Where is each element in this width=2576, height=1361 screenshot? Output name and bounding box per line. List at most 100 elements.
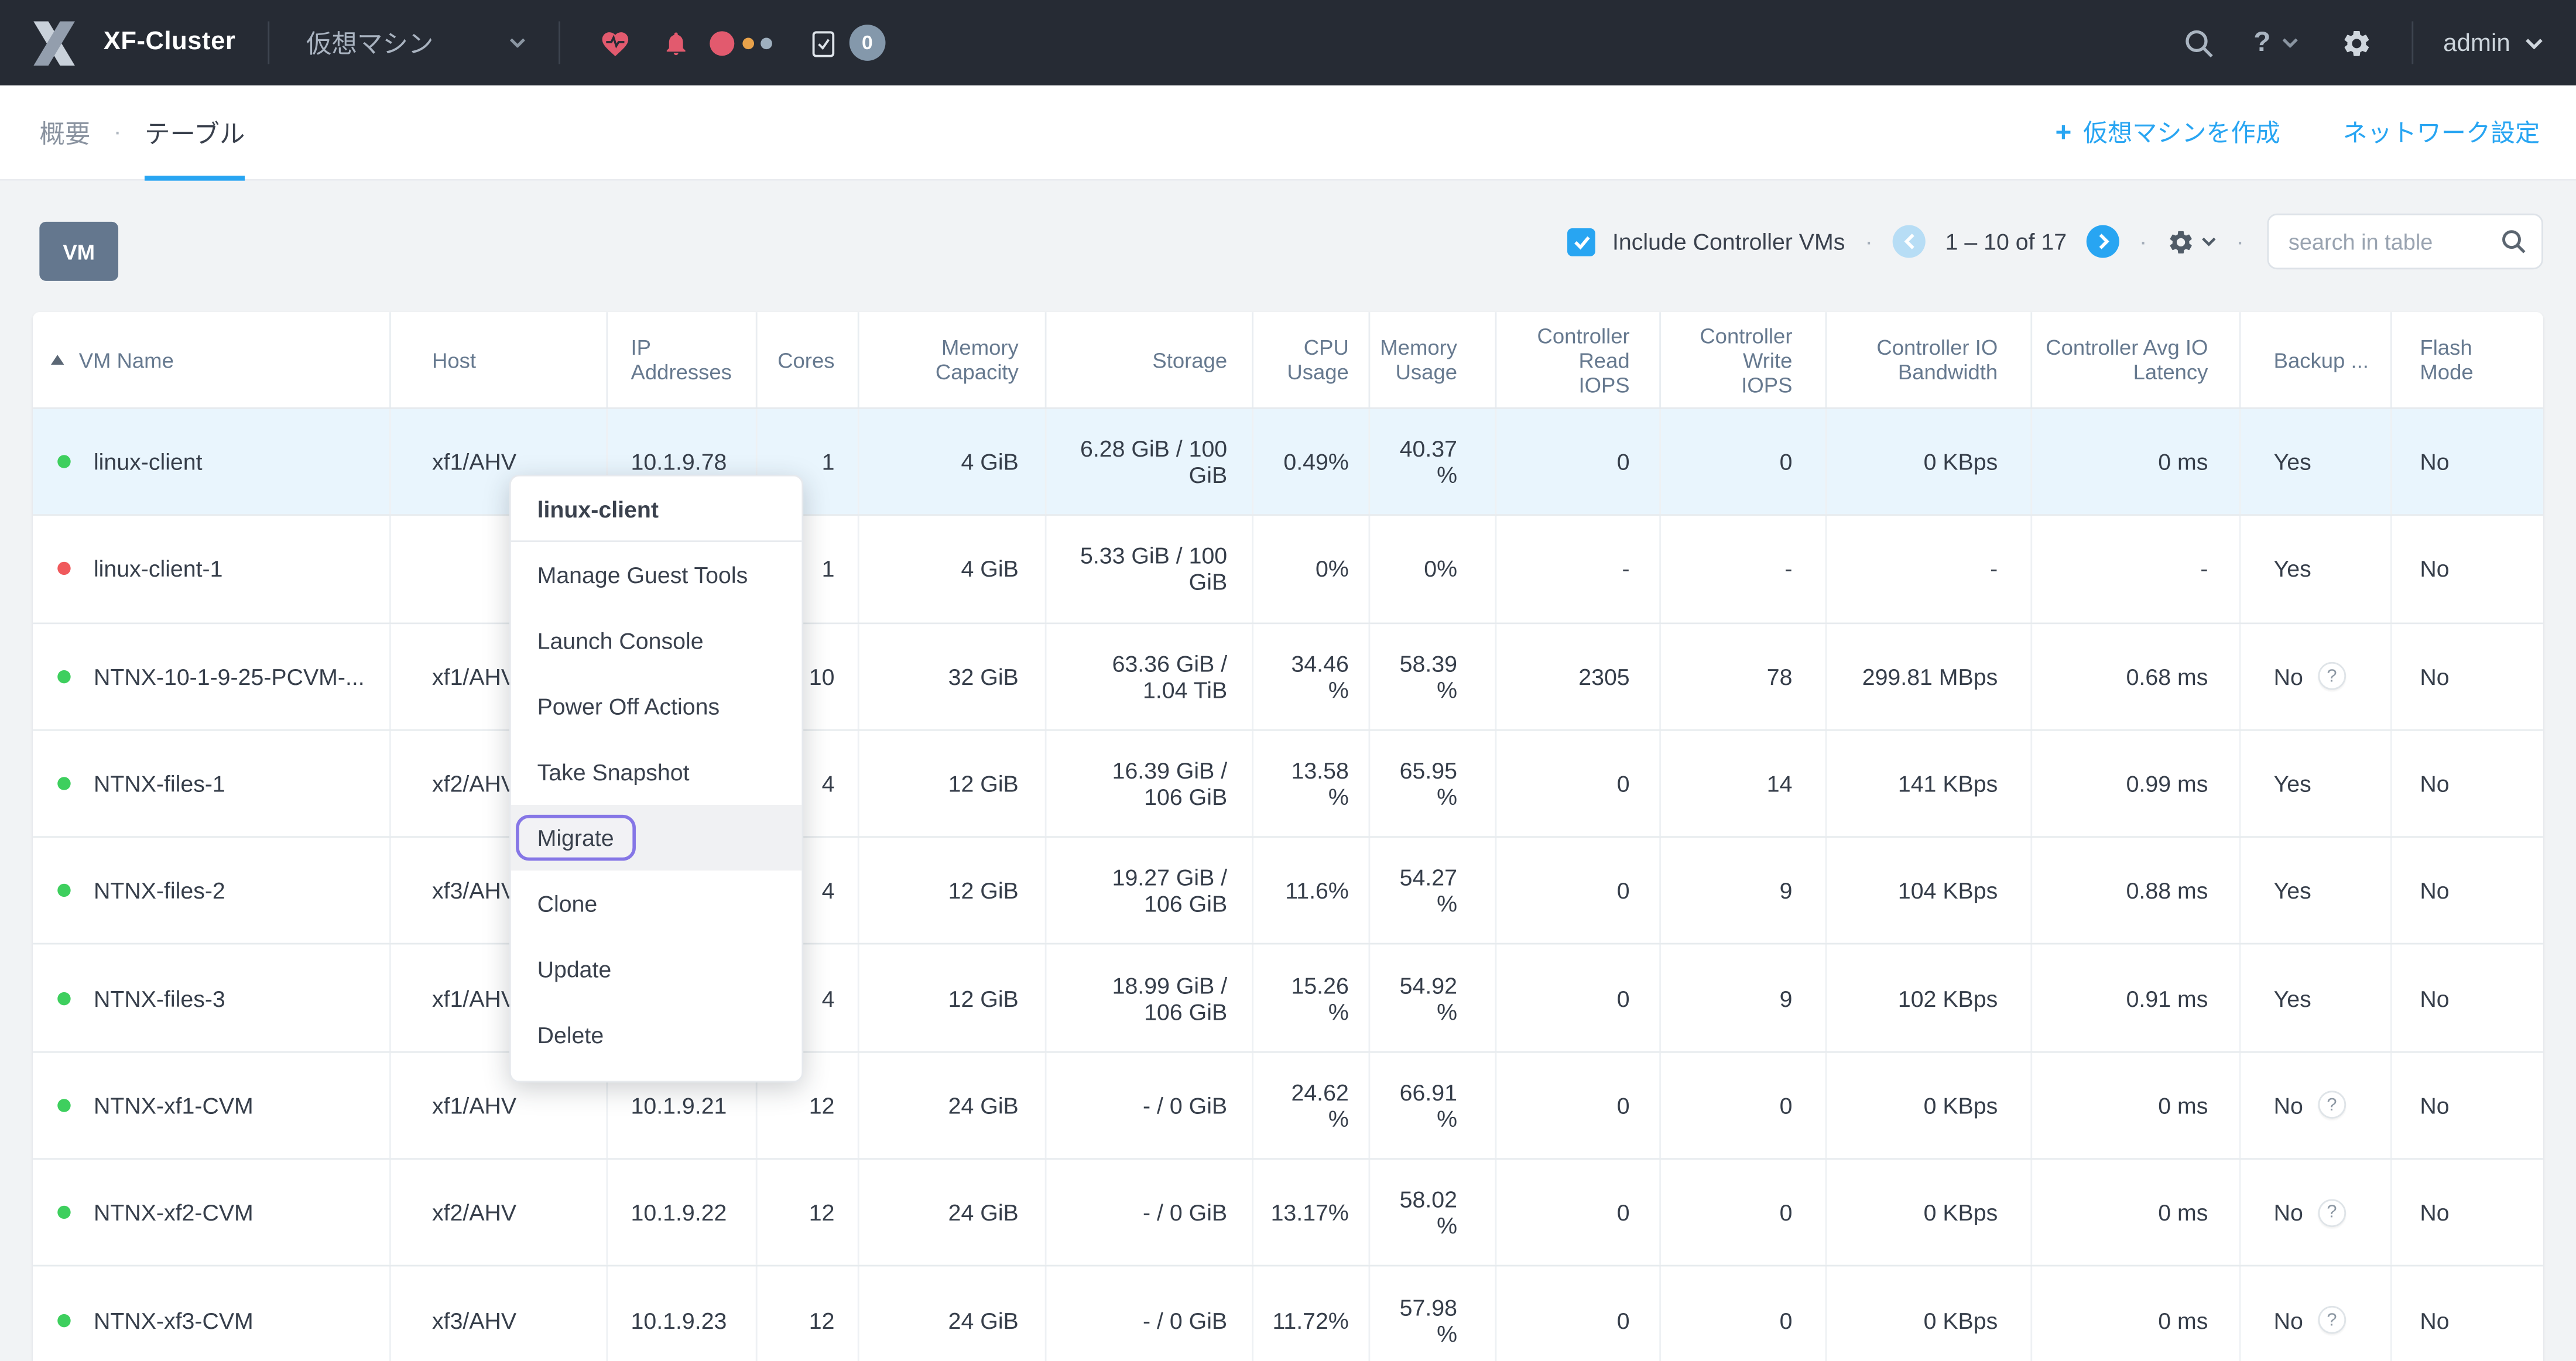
context-menu-item[interactable]: Update xyxy=(511,936,802,1002)
cell-flash-mode: No xyxy=(2392,838,2543,944)
context-menu-item[interactable]: Clone xyxy=(511,870,802,936)
context-menu-item[interactable]: Power Off Actions xyxy=(511,674,802,739)
cell-value: 10 xyxy=(809,663,835,690)
col-header-controller-read-iops[interactable]: Controller Read IOPS xyxy=(1496,312,1661,407)
cell-value: 0.49% xyxy=(1283,448,1348,475)
col-header-controller-io-bandwidth[interactable]: Controller IO Bandwidth xyxy=(1827,312,2032,407)
cell-storage: 16.39 GiB / 106 GiB xyxy=(1046,731,1253,836)
help-icon[interactable]: ? xyxy=(2253,26,2270,59)
keyboard-focus-ring: Update xyxy=(537,956,612,982)
cell-value: 4 xyxy=(822,877,835,904)
cell-value: 13.58 % xyxy=(1291,757,1348,810)
col-header-cpu-usage[interactable]: CPU Usage xyxy=(1253,312,1370,407)
vm-name: NTNX-xf1-CVM xyxy=(94,1092,254,1119)
context-menu-item[interactable]: Delete xyxy=(511,1002,802,1068)
cell-value: 0 ms xyxy=(2158,1307,2208,1333)
cell-value: No xyxy=(2420,985,2449,1012)
user-menu[interactable]: admin xyxy=(2443,29,2510,57)
search-icon[interactable] xyxy=(2183,27,2214,58)
cell-value: 4 xyxy=(822,985,835,1012)
cell-ip-addresses: 10.1.9.22 xyxy=(608,1160,757,1265)
context-menu-item[interactable]: Take Snapshot xyxy=(511,739,802,805)
cell-vm-name: linux-client xyxy=(33,409,391,515)
gear-icon[interactable] xyxy=(2341,27,2372,58)
cell-storage: 5.33 GiB / 100 GiB xyxy=(1046,516,1253,622)
tab-overview[interactable]: 概要 xyxy=(39,85,90,180)
include-cvm-checkbox[interactable] xyxy=(1568,228,1596,256)
info-alert-indicator xyxy=(761,37,772,49)
cell-value: Yes xyxy=(2274,770,2311,797)
col-header-memory-capacity[interactable]: Memory Capacity xyxy=(859,312,1047,407)
cell-cores: 12 xyxy=(758,1160,859,1265)
gear-icon xyxy=(2167,228,2195,256)
cell-memory-capacity: 24 GiB xyxy=(859,1267,1047,1361)
table-row[interactable]: linux-client xf1/AHV 10.1.9.78 1 4 GiB 6… xyxy=(33,409,2543,516)
cell-value: xf2/AHV xyxy=(432,770,516,797)
col-header-flash-mode[interactable]: Flash Mode xyxy=(2392,312,2543,407)
divider xyxy=(559,21,560,64)
col-header-cores[interactable]: Cores xyxy=(758,312,859,407)
nutanix-x-logo[interactable] xyxy=(30,20,79,65)
vm-power-status-icon xyxy=(57,670,70,683)
table-row[interactable]: NTNX-xf3-CVM xf3/AHV 10.1.9.23 12 24 GiB… xyxy=(33,1267,2543,1361)
cell-memory-usage: 58.39 % xyxy=(1370,623,1496,729)
cell-value: 102 KBps xyxy=(1898,985,1998,1012)
cell-flash-mode: No xyxy=(2392,1267,2543,1361)
health-heart-icon[interactable] xyxy=(600,28,631,58)
cell-memory-usage: 58.02 % xyxy=(1370,1160,1496,1265)
cell-cpu-usage: 11.72% xyxy=(1253,1267,1370,1361)
help-icon[interactable]: ? xyxy=(2318,1306,2346,1334)
table-row[interactable]: NTNX-xf2-CVM xf2/AHV 10.1.9.22 12 24 GiB… xyxy=(33,1160,2543,1267)
cell-value: No xyxy=(2420,1092,2449,1119)
help-icon[interactable]: ? xyxy=(2318,1199,2346,1227)
context-menu-item[interactable]: Launch Console xyxy=(511,608,802,673)
include-cvm-label[interactable]: Include Controller VMs xyxy=(1612,228,1845,255)
table-row[interactable]: NTNX-files-1 xf2/AHV 4 12 GiB 16.39 GiB … xyxy=(33,731,2543,838)
table-row[interactable]: NTNX-files-3 xf1/AHV 4 12 GiB 18.99 GiB … xyxy=(33,945,2543,1053)
cell-memory-usage: 0% xyxy=(1370,516,1496,622)
context-menu-item[interactable]: Migrate xyxy=(511,805,802,870)
context-menu-item[interactable]: Manage Guest Tools xyxy=(511,542,802,608)
help-icon[interactable]: ? xyxy=(2318,663,2346,691)
table-settings-button[interactable] xyxy=(2167,228,2216,256)
pagination-prev-button[interactable] xyxy=(1893,225,1926,258)
help-icon[interactable]: ? xyxy=(2318,1091,2346,1119)
entity-menu-dropdown[interactable]: 仮想マシン xyxy=(306,25,526,61)
create-vm-link[interactable]: + 仮想マシンを作成 xyxy=(2056,115,2280,149)
cell-cpu-usage: 13.58 % xyxy=(1253,731,1370,836)
col-header-ip-addresses[interactable]: IP Addresses xyxy=(608,312,757,407)
table-row[interactable]: NTNX-files-2 xf3/AHV 4 12 GiB 19.27 GiB … xyxy=(33,838,2543,945)
col-header-vm-name[interactable]: VM Name xyxy=(33,312,391,407)
tasks-icon[interactable] xyxy=(811,27,838,58)
search-icon[interactable] xyxy=(2500,228,2527,255)
cell-value: 10.1.9.21 xyxy=(631,1092,727,1119)
network-config-link[interactable]: ネットワーク設定 xyxy=(2342,115,2540,149)
col-header-backup[interactable]: Backup ... xyxy=(2241,312,2392,407)
col-header-controller-avg-io-latency[interactable]: Controller Avg IO Latency xyxy=(2032,312,2241,407)
alerts-bell-icon[interactable] xyxy=(662,29,690,57)
cell-value: 12 xyxy=(809,1307,835,1333)
cell-value: 4 xyxy=(822,770,835,797)
col-header-storage[interactable]: Storage xyxy=(1046,312,1253,407)
tab-table[interactable]: テーブル xyxy=(145,85,245,180)
cell-value: 54.92 % xyxy=(1400,972,1457,1024)
col-header-memory-usage[interactable]: Memory Usage xyxy=(1370,312,1496,407)
vm-name: NTNX-files-2 xyxy=(94,877,225,904)
task-count-badge[interactable]: 0 xyxy=(849,25,885,61)
col-header-controller-write-iops[interactable]: Controller Write IOPS xyxy=(1661,312,1827,407)
cell-flash-mode: No xyxy=(2392,1160,2543,1265)
cell-value: xf1/AHV xyxy=(432,1092,516,1119)
page-sub-navigation: 概要 · テーブル + 仮想マシンを作成 ネットワーク設定 xyxy=(0,85,2576,181)
pagination-next-button[interactable] xyxy=(2087,225,2119,258)
cell-value: 0% xyxy=(1424,556,1457,582)
cell-value: 66.91 % xyxy=(1400,1079,1457,1132)
table-row[interactable]: linux-client-1 1 4 GiB 5.33 GiB / 100 Gi… xyxy=(33,516,2543,623)
vm-type-button[interactable]: VM xyxy=(39,222,118,281)
col-header-host[interactable]: Host xyxy=(391,312,608,407)
cell-value: 9 xyxy=(1780,877,1793,904)
critical-alert-indicator[interactable] xyxy=(710,30,734,55)
cell-value: 0 xyxy=(1617,770,1630,797)
table-body: linux-client xf1/AHV 10.1.9.78 1 4 GiB 6… xyxy=(33,409,2543,1361)
table-row[interactable]: NTNX-xf1-CVM xf1/AHV 10.1.9.21 12 24 GiB… xyxy=(33,1053,2543,1160)
table-row[interactable]: NTNX-10-1-9-25-PCVM-... xf1/AHV 10 32 Gi… xyxy=(33,623,2543,731)
